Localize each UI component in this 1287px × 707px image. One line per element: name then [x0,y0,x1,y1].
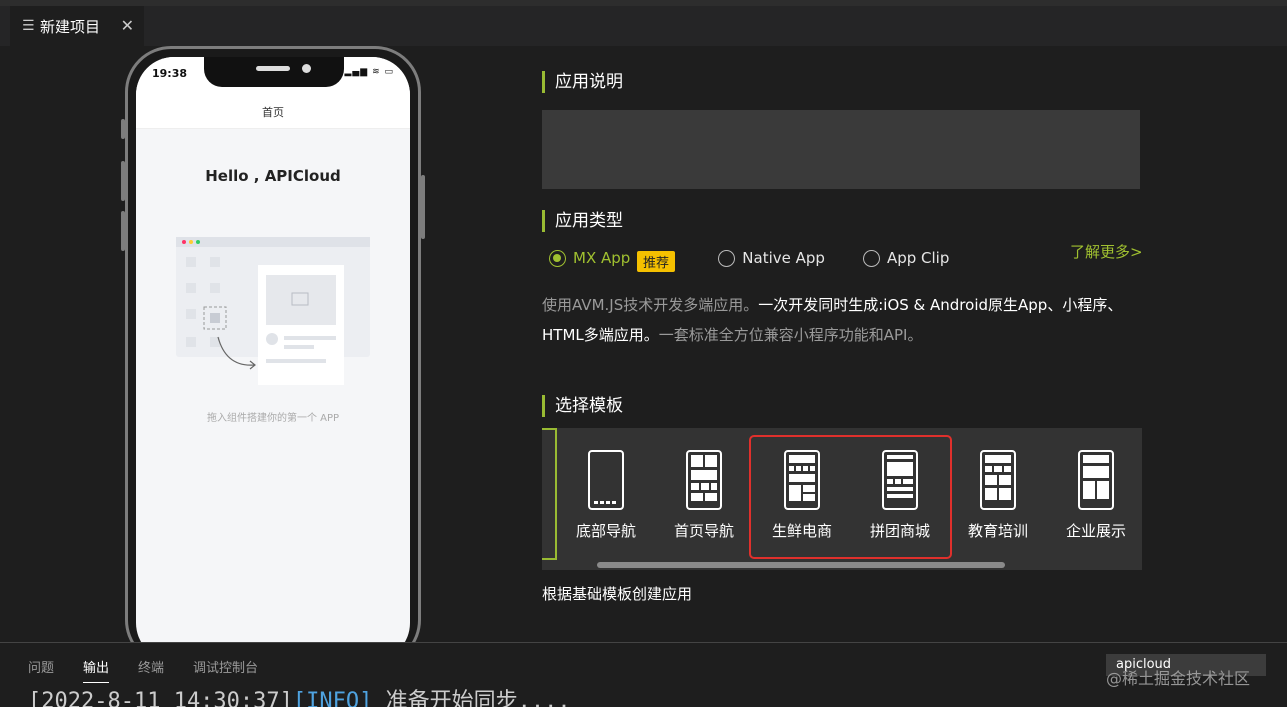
panel-tab-debug-console[interactable]: 调试控制台 [193,657,258,676]
section-title-type: 应用类型 [542,210,623,232]
template-label: 教育培训 [967,522,1028,540]
tab-title: 新建项目 [40,17,101,36]
camera-icon [302,64,311,73]
speaker-icon [256,66,290,71]
template-scrollbar[interactable] [597,562,1005,568]
section-title-description: 应用说明 [542,71,623,93]
radio-mx-app[interactable]: MX App [549,249,630,267]
radio-unchecked-icon [862,249,880,267]
phone-preview: 19:38 ▂▄▆ ≋ ▭ 首页 Hello , APICloud 拖入组件搭建… [121,46,425,666]
radio-app-clip[interactable]: App Clip [862,249,950,267]
template-label: 底部导航 [575,522,636,540]
log-level: [INFO] [292,689,373,707]
app-type-description: 使用AVM.JS技术开发多端应用。一次开发同时生成:iOS & Android原… [542,290,1162,350]
section-title-template: 选择模板 [542,395,623,417]
app-description-input[interactable] [542,110,1140,189]
log-message: 准备开始同步.... [372,689,571,707]
type-desc-part3: 一套标准全方位兼容小程序功能和API。 [658,326,923,344]
template-selected-indicator [542,428,557,560]
learn-more-link[interactable]: 了解更多> [1070,241,1143,262]
list-icon: ☰ [22,18,35,34]
radio-label-native-app: Native App [742,249,825,267]
phone-volume-down [121,211,125,251]
app-type-radio-group: MX App Native App App Clip [549,246,949,270]
template-label: 首页导航 [673,522,734,540]
template-bottom-nav-icon [588,450,624,510]
log-timestamp: [2022-8-11 14:30:37] [28,689,293,707]
watermark: @稀土掘金技术社区 [1106,669,1251,688]
template-home-nav[interactable]: 首页导航 [664,450,744,541]
template-enterprise-icon [1078,450,1114,510]
template-education-icon [980,450,1016,510]
template-home-nav-icon [686,450,722,510]
status-time: 19:38 [152,67,188,80]
recommend-badge: 推荐 [637,251,676,272]
phone-volume-up [121,161,125,201]
template-enterprise[interactable]: 企业展示 [1056,450,1136,541]
template-education[interactable]: 教育培训 [958,450,1038,541]
phone-nav-title: 首页 [136,97,410,129]
phone-mute-button [121,119,125,139]
panel-tab-output[interactable]: 输出 [83,657,110,683]
phone-power-button [421,175,425,239]
phone-screen: 19:38 ▂▄▆ ≋ ▭ 首页 Hello , APICloud 拖入组件搭建… [136,57,410,661]
panel-tab-problems[interactable]: 问题 [28,657,54,676]
radio-label-mx-app: MX App [573,249,631,267]
template-bottom-nav[interactable]: 底部导航 [566,450,646,541]
phone-drag-tip: 拖入组件搭建你的第一个 APP [206,413,340,424]
radio-unchecked-icon [718,249,736,267]
tab-new-project[interactable]: ☰ 新建项目 ✕ [10,6,144,46]
phone-notch [204,57,344,87]
template-highlight-box [749,435,952,559]
status-bar: 19:38 ▂▄▆ ≋ ▭ [136,57,410,97]
template-caption: 根据基础模板创建应用 [542,585,693,603]
phone-hello-text: Hello , APICloud [205,167,341,185]
radio-native-app[interactable]: Native App [718,249,825,267]
close-icon[interactable]: ✕ [121,16,134,35]
type-desc-part1: 使用AVM.JS技术开发多端应用。 [542,296,759,314]
output-log-line: [2022-8-11 14:30:37][INFO] 准备开始同步.... [28,683,571,707]
tab-bar: ☰ 新建项目 ✕ [0,6,1287,46]
bottom-panel: 问题 输出 终端 调试控制台 apicloud [2022-8-11 14:30… [0,642,1287,707]
panel-tab-terminal[interactable]: 终端 [138,657,164,676]
template-label: 企业展示 [1065,522,1126,540]
empty-canvas-illustration-icon [176,237,370,385]
radio-label-app-clip: App Clip [886,249,950,267]
status-icons: ▂▄▆ ≋ ▭ [344,67,394,77]
radio-checked-icon [549,249,566,267]
